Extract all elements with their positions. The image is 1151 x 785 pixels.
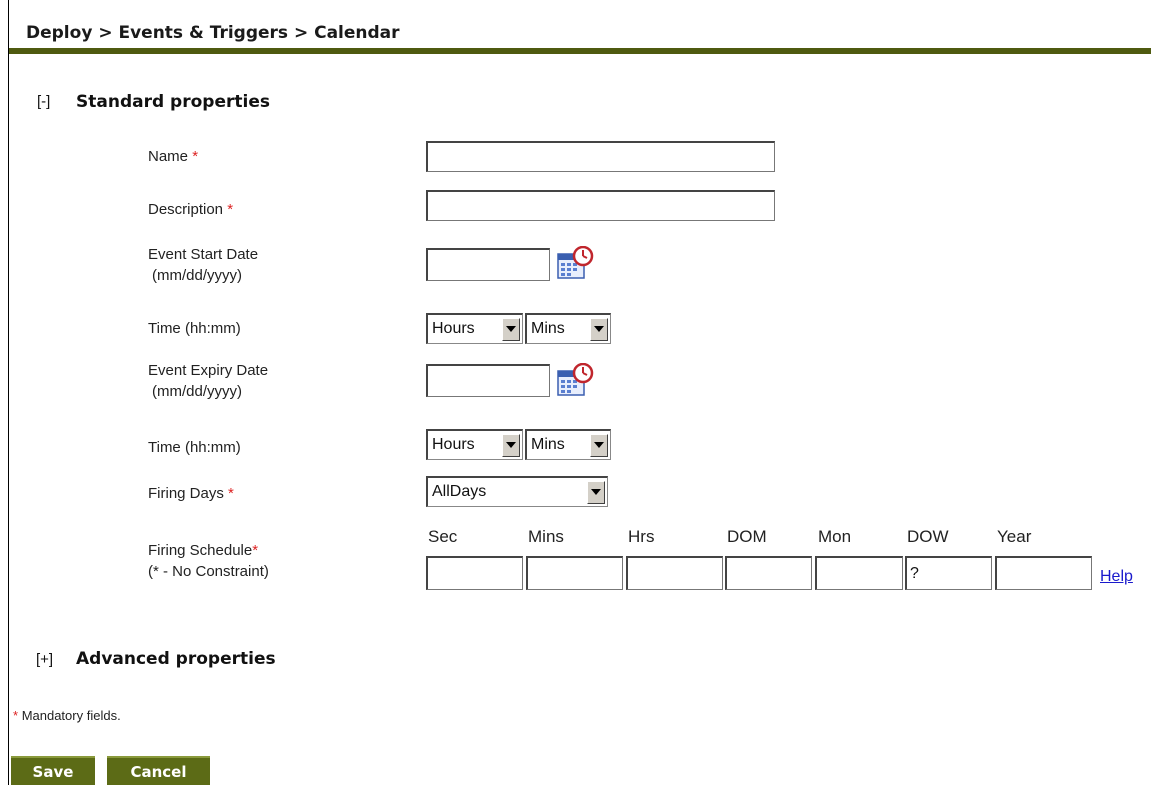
- left-border: [8, 0, 9, 785]
- schedule-sec-input[interactable]: [426, 556, 523, 590]
- required-marker: *: [13, 708, 19, 723]
- cancel-button[interactable]: Cancel: [107, 756, 210, 785]
- standard-properties-toggle[interactable]: [-]: [37, 93, 50, 110]
- start-date-input[interactable]: [426, 248, 550, 281]
- start-mins-select[interactable]: Mins: [525, 313, 611, 344]
- chevron-down-icon: [502, 317, 520, 341]
- start-time-label: Time (hh:mm): [148, 320, 241, 337]
- chevron-down-icon: [590, 433, 608, 457]
- advanced-properties-title: Advanced properties: [76, 649, 276, 669]
- mandatory-fields-text: Mandatory fields.: [21, 708, 121, 723]
- firing-schedule-label-text: Firing Schedule: [148, 542, 253, 559]
- firing-schedule-note: (* - No Constraint): [148, 563, 269, 580]
- expiry-date-input[interactable]: [426, 364, 550, 397]
- calendar-clock-icon[interactable]: [556, 363, 594, 397]
- start-hours-value: Hours: [432, 320, 475, 337]
- name-input[interactable]: [426, 141, 775, 172]
- expiry-date-label: Event Expiry Date (mm/dd/yyyy): [148, 360, 268, 402]
- schedule-header-hrs: Hrs: [628, 527, 655, 546]
- schedule-dom-input[interactable]: [725, 556, 812, 590]
- firing-days-value: AllDays: [432, 483, 487, 500]
- firing-schedule-label: Firing Schedule* (* - No Constraint): [148, 540, 269, 582]
- schedule-header-dow: DOW: [907, 527, 949, 546]
- description-label-text: Description: [148, 201, 224, 218]
- start-date-label-line1: Event Start Date: [148, 246, 259, 263]
- schedule-header-mon: Mon: [818, 527, 852, 546]
- expiry-time-label: Time (hh:mm): [148, 439, 241, 456]
- required-marker: *: [192, 148, 199, 165]
- schedule-dow-input[interactable]: [905, 556, 992, 590]
- expiry-date-label-line1: Event Expiry Date: [148, 362, 269, 379]
- required-marker: *: [227, 201, 234, 218]
- schedule-mon-input[interactable]: [815, 556, 903, 590]
- title-accent-bar: [9, 48, 1151, 54]
- firing-days-label-text: Firing Days: [148, 485, 224, 502]
- firing-days-select[interactable]: AllDays: [426, 476, 608, 507]
- schedule-hrs-input[interactable]: [626, 556, 723, 590]
- expiry-mins-value: Mins: [531, 436, 565, 453]
- chevron-down-icon: [502, 433, 520, 457]
- chevron-down-icon: [590, 317, 608, 341]
- schedule-mins-input[interactable]: [526, 556, 623, 590]
- description-label: Description *: [148, 199, 233, 220]
- expiry-hours-select[interactable]: Hours: [426, 429, 523, 460]
- description-input[interactable]: [426, 190, 775, 221]
- required-marker: *: [252, 542, 259, 559]
- mandatory-fields-note: * Mandatory fields.: [13, 708, 121, 723]
- required-marker: *: [228, 485, 234, 502]
- start-mins-value: Mins: [531, 320, 565, 337]
- schedule-header-year: Year: [997, 527, 1032, 546]
- start-date-label: Event Start Date (mm/dd/yyyy): [148, 244, 258, 286]
- expiry-mins-select[interactable]: Mins: [525, 429, 611, 460]
- start-date-label-line2: (mm/dd/yyyy): [152, 267, 242, 284]
- save-button[interactable]: Save: [11, 756, 95, 785]
- firing-days-label: Firing Days *: [148, 483, 234, 504]
- schedule-header-dom: DOM: [727, 527, 767, 546]
- expiry-date-label-line2: (mm/dd/yyyy): [152, 383, 242, 400]
- breadcrumb: Deploy > Events & Triggers > Calendar: [26, 23, 400, 43]
- expiry-hours-value: Hours: [432, 436, 475, 453]
- help-link[interactable]: Help: [1100, 568, 1133, 586]
- name-label: Name *: [148, 146, 198, 167]
- schedule-year-input[interactable]: [995, 556, 1092, 590]
- schedule-header-mins: Mins: [528, 527, 564, 546]
- standard-properties-title: Standard properties: [76, 92, 270, 112]
- advanced-properties-toggle[interactable]: [+]: [36, 651, 53, 668]
- name-label-text: Name: [148, 148, 189, 165]
- start-hours-select[interactable]: Hours: [426, 313, 523, 344]
- calendar-clock-icon[interactable]: [556, 246, 594, 280]
- chevron-down-icon: [587, 480, 605, 504]
- schedule-header-sec: Sec: [428, 527, 458, 546]
